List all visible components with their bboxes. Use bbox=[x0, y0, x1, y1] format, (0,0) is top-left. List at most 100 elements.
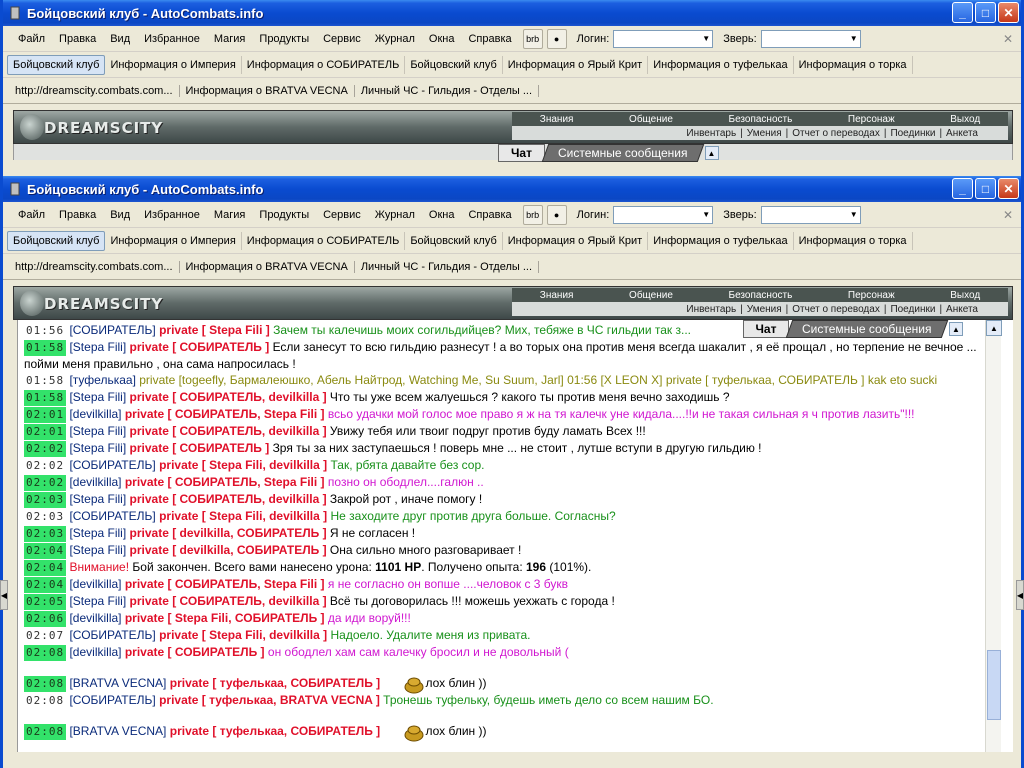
login-combo[interactable]: ▼ bbox=[613, 29, 714, 48]
nav-profile[interactable]: Анкета bbox=[946, 304, 978, 315]
close-icon[interactable]: ✕ bbox=[1003, 208, 1013, 222]
chat-user[interactable]: [СОБИРАТЕЛЬ] bbox=[69, 323, 155, 337]
maximize-button[interactable]: □ bbox=[975, 2, 996, 23]
menu-service[interactable]: Сервис bbox=[316, 33, 368, 45]
chat-user[interactable]: [СОБИРАТЕЛЬ] bbox=[69, 628, 155, 642]
close-icon[interactable]: ✕ bbox=[1003, 32, 1013, 46]
nav-inventory[interactable]: Инвентарь bbox=[686, 128, 736, 139]
tab-info-bratva[interactable]: Информация о BRATVA VECNA bbox=[180, 260, 355, 273]
nav-communication[interactable]: Общение bbox=[629, 290, 673, 301]
tab-info-empire[interactable]: Информация о Империя bbox=[105, 231, 242, 250]
nav-transfers[interactable]: Отчет о переводах bbox=[792, 304, 880, 315]
tab-fight-club-2[interactable]: Бойцовский клуб bbox=[405, 231, 503, 250]
menu-favorites[interactable]: Избранное bbox=[137, 33, 207, 45]
nav-duels[interactable]: Поединки bbox=[890, 128, 935, 139]
menu-edit[interactable]: Правка bbox=[52, 33, 103, 45]
nav-duels[interactable]: Поединки bbox=[890, 304, 935, 315]
nav-exit[interactable]: Выход bbox=[950, 290, 980, 301]
menu-windows[interactable]: Окна bbox=[422, 33, 462, 45]
chat-user[interactable]: [СОБИРАТЕЛЬ] bbox=[69, 509, 155, 523]
chat-user[interactable]: [Stepa Fili] bbox=[69, 441, 126, 455]
coin-icon[interactable]: ● bbox=[546, 204, 567, 225]
scroll-up-icon[interactable]: ▲ bbox=[986, 320, 1002, 336]
tab-fight-club[interactable]: Бойцовский клуб bbox=[7, 230, 106, 251]
close-button[interactable]: ✕ bbox=[998, 178, 1019, 199]
title-bar[interactable]: Бойцовский клуб - AutoCombats.info _ □ ✕ bbox=[3, 176, 1021, 202]
scroll-up-icon[interactable]: ▲ bbox=[949, 322, 963, 336]
tab-system-messages[interactable]: Системные сообщения bbox=[786, 320, 949, 338]
chat-user[interactable]: [BRATVA VECNA] bbox=[69, 676, 166, 690]
tab-dreamscity[interactable]: http://dreamscity.combats.com... bbox=[9, 260, 180, 273]
chat-panel[interactable]: 01:56 [СОБИРАТЕЛЬ] private [ Stepa Fili … bbox=[17, 320, 1013, 752]
tab-dreamscity[interactable]: http://dreamscity.combats.com... bbox=[9, 84, 180, 97]
menu-products[interactable]: Продукты bbox=[252, 209, 316, 221]
chat-user[interactable]: [devilkilla] bbox=[69, 407, 121, 421]
scroll-up-icon[interactable]: ▲ bbox=[704, 146, 719, 160]
tab-fight-club[interactable]: Бойцовский клуб bbox=[7, 54, 106, 75]
chat-user[interactable]: [devilkilla] bbox=[69, 645, 121, 659]
tab-info-sobiratel[interactable]: Информация о СОБИРАТЕЛЬ bbox=[242, 55, 406, 74]
tab-personal-cs[interactable]: Личный ЧС - Гильдия - Отделы ... bbox=[355, 260, 540, 273]
nav-exit[interactable]: Выход bbox=[950, 114, 980, 125]
scroll-thumb[interactable] bbox=[987, 650, 1001, 720]
close-button[interactable]: ✕ bbox=[998, 2, 1019, 23]
tab-info-krit[interactable]: Информация о Ярый Крит bbox=[503, 231, 649, 250]
menu-edit[interactable]: Правка bbox=[52, 209, 103, 221]
nav-skills[interactable]: Умения bbox=[747, 304, 782, 315]
chat-user[interactable]: [СОБИРАТЕЛЬ] bbox=[69, 458, 155, 472]
maximize-button[interactable]: □ bbox=[975, 178, 996, 199]
brb-button[interactable]: brb bbox=[522, 204, 543, 225]
tab-personal-cs[interactable]: Личный ЧС - Гильдия - Отделы ... bbox=[355, 84, 540, 97]
chat-user[interactable]: [devilkilla] bbox=[69, 475, 121, 489]
chat-user[interactable]: [Stepa Fili] bbox=[69, 492, 126, 506]
menu-file[interactable]: Файл bbox=[11, 209, 52, 221]
login-combo[interactable]: ▼ bbox=[613, 205, 714, 224]
brb-button[interactable]: brb bbox=[522, 28, 543, 49]
nav-profile[interactable]: Анкета bbox=[946, 128, 978, 139]
chat-user[interactable]: [Stepa Fili] bbox=[69, 340, 126, 354]
menu-help[interactable]: Справка bbox=[461, 33, 518, 45]
chat-user[interactable]: [Stepa Fili] bbox=[69, 424, 126, 438]
beast-combo[interactable]: ▼ bbox=[760, 29, 861, 48]
menu-view[interactable]: Вид bbox=[103, 209, 137, 221]
tab-info-tufelkaa[interactable]: Информация о туфелькаа bbox=[648, 231, 794, 250]
tab-info-krit[interactable]: Информация о Ярый Крит bbox=[503, 55, 649, 74]
menu-file[interactable]: Файл bbox=[11, 33, 52, 45]
nav-knowledge[interactable]: Знания bbox=[540, 290, 574, 301]
chat-user[interactable]: [туфелькаа] bbox=[69, 373, 135, 387]
tab-info-empire[interactable]: Информация о Империя bbox=[105, 55, 242, 74]
menu-magic[interactable]: Магия bbox=[207, 209, 253, 221]
menu-service[interactable]: Сервис bbox=[316, 209, 368, 221]
menu-magic[interactable]: Магия bbox=[207, 33, 253, 45]
chat-user[interactable]: [Stepa Fili] bbox=[69, 526, 126, 540]
chat-user[interactable]: [СОБИРАТЕЛЬ] bbox=[69, 693, 155, 707]
nav-transfers[interactable]: Отчет о переводах bbox=[792, 128, 880, 139]
tab-info-torka[interactable]: Информация о торка bbox=[794, 55, 913, 74]
menu-products[interactable]: Продукты bbox=[252, 33, 316, 45]
tab-info-bratva[interactable]: Информация о BRATVA VECNA bbox=[180, 84, 355, 97]
tab-info-tufelkaa[interactable]: Информация о туфелькаа bbox=[648, 55, 794, 74]
nav-skills[interactable]: Умения bbox=[747, 128, 782, 139]
tab-info-sobiratel[interactable]: Информация о СОБИРАТЕЛЬ bbox=[242, 231, 406, 250]
chat-user[interactable]: [Stepa Fili] bbox=[69, 390, 126, 404]
minimize-button[interactable]: _ bbox=[952, 178, 973, 199]
menu-help[interactable]: Справка bbox=[461, 209, 518, 221]
menu-windows[interactable]: Окна bbox=[422, 209, 462, 221]
chat-scrollbar[interactable]: ▲ bbox=[985, 320, 1002, 752]
chat-user[interactable]: [BRATVA VECNA] bbox=[69, 724, 166, 738]
title-bar[interactable]: Бойцовский клуб - AutoCombats.info _ □ ✕ bbox=[3, 0, 1021, 26]
nav-communication[interactable]: Общение bbox=[629, 114, 673, 125]
menu-journal[interactable]: Журнал bbox=[368, 209, 422, 221]
left-arrow-icon[interactable]: ◀ bbox=[0, 580, 8, 610]
tab-fight-club-2[interactable]: Бойцовский клуб bbox=[405, 55, 503, 74]
chat-user[interactable]: [devilkilla] bbox=[69, 611, 121, 625]
nav-inventory[interactable]: Инвентарь bbox=[686, 304, 736, 315]
menu-view[interactable]: Вид bbox=[103, 33, 137, 45]
right-arrow-icon[interactable]: ◀ bbox=[1016, 580, 1024, 610]
coin-icon[interactable]: ● bbox=[546, 28, 567, 49]
nav-character[interactable]: Персонаж bbox=[848, 114, 895, 125]
chat-user[interactable]: [Stepa Fili] bbox=[69, 594, 126, 608]
menu-favorites[interactable]: Избранное bbox=[137, 209, 207, 221]
minimize-button[interactable]: _ bbox=[952, 2, 973, 23]
nav-knowledge[interactable]: Знания bbox=[540, 114, 574, 125]
